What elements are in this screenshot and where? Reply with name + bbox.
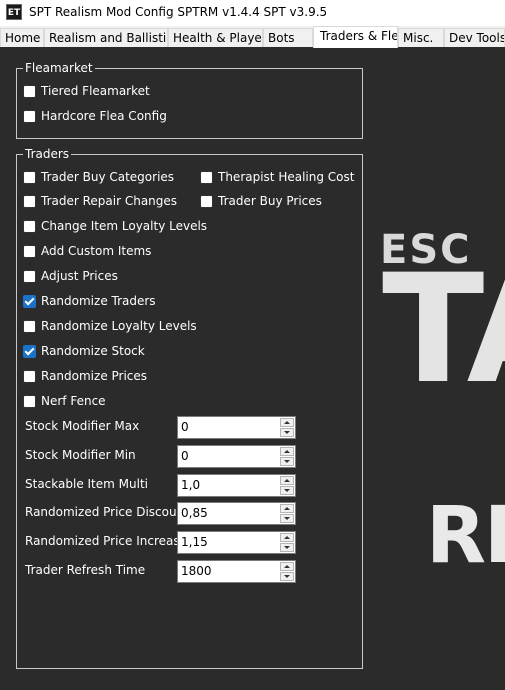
checkbox-label: Randomize Prices [41, 369, 148, 383]
checkbox-label: Tiered Fleamarket [41, 84, 150, 98]
spin-down-arrow-icon[interactable] [280, 428, 294, 437]
background-logo-line3: RE [426, 491, 505, 581]
spin-down-arrow-icon[interactable] [280, 514, 294, 523]
stock-modifier-min-row: Stock Modifier Min 0 [25, 445, 297, 468]
spin-up-arrow-icon[interactable] [280, 447, 294, 456]
tab-content-panel: ESC TA RE Fleamarket Tiered Fleamarket H… [0, 47, 505, 690]
spinner [280, 476, 294, 495]
checkbox-box[interactable] [23, 270, 36, 283]
spin-up-arrow-icon[interactable] [280, 504, 294, 513]
trader-refresh-time-row: Trader Refresh Time 1800 [25, 560, 297, 583]
spinner [280, 504, 294, 523]
numeric-value[interactable]: 0 [181, 420, 189, 434]
tab-strip: Home Realism and Ballistics Health & Pla… [0, 26, 505, 48]
stackable-item-multi-input[interactable]: 1,0 [177, 474, 296, 497]
tab-health-and-player[interactable]: Health & Player [168, 28, 263, 47]
traders-group: Traders Trader Buy Categories Therapist … [16, 146, 363, 669]
numeric-label: Randomized Price Increase [25, 534, 187, 548]
tab-realism-and-ballistics[interactable]: Realism and Ballistics [44, 28, 168, 47]
checkbox-label: Nerf Fence [41, 394, 106, 408]
checkbox-label: Therapist Healing Cost [218, 170, 355, 184]
numeric-label: Randomized Price Discount [25, 505, 189, 519]
checkbox-label: Add Custom Items [41, 244, 152, 258]
spinner [280, 562, 294, 581]
checkbox-box-checked[interactable] [23, 295, 36, 308]
checkbox-box[interactable] [23, 320, 36, 333]
checkbox-label: Randomize Traders [41, 294, 156, 308]
checkbox-label: Change Item Loyalty Levels [41, 219, 208, 233]
spin-up-arrow-icon[interactable] [280, 562, 294, 571]
spin-up-arrow-icon[interactable] [280, 533, 294, 542]
tab-home[interactable]: Home [0, 28, 44, 47]
tab-bots[interactable]: Bots [263, 28, 313, 47]
stock-modifier-min-input[interactable]: 0 [177, 445, 296, 468]
checkbox-box[interactable] [200, 171, 213, 184]
spin-down-arrow-icon[interactable] [280, 543, 294, 552]
checkbox-box[interactable] [200, 195, 213, 208]
checkbox-label: Randomize Stock [41, 344, 145, 358]
spin-down-arrow-icon[interactable] [280, 572, 294, 581]
app-icon: ET [6, 4, 22, 20]
checkbox-box[interactable] [23, 245, 36, 258]
checkbox-box[interactable] [23, 220, 36, 233]
randomized-price-increase-input[interactable]: 1,15 [177, 531, 296, 554]
fleamarket-group: Fleamarket Tiered Fleamarket Hardcore Fl… [16, 60, 363, 139]
checkbox-box[interactable] [23, 395, 36, 408]
window-title: SPT Realism Mod Config SPTRM v1.4.4 SPT … [29, 5, 328, 19]
checkbox-label: Trader Repair Changes [41, 194, 178, 208]
numeric-label: Stock Modifier Max [25, 419, 140, 433]
checkbox-label: Adjust Prices [41, 269, 118, 283]
fleamarket-group-legend: Fleamarket [23, 60, 95, 76]
checkbox-box-checked[interactable] [23, 345, 36, 358]
spin-down-arrow-icon[interactable] [280, 457, 294, 466]
tab-dev-tools[interactable]: Dev Tools [444, 28, 505, 47]
spin-up-arrow-icon[interactable] [280, 418, 294, 427]
numeric-label: Trader Refresh Time [25, 563, 146, 577]
numeric-value[interactable]: 1,15 [181, 535, 208, 549]
numeric-value[interactable]: 1800 [181, 564, 212, 578]
background-logo-art: ESC TA RE [380, 197, 505, 587]
checkbox-box[interactable] [23, 171, 36, 184]
tab-misc[interactable]: Misc. [398, 28, 444, 47]
numeric-value[interactable]: 0,85 [181, 506, 208, 520]
traders-group-legend: Traders [23, 146, 72, 162]
checkbox-box[interactable] [23, 85, 36, 98]
checkbox-box[interactable] [23, 195, 36, 208]
numeric-value[interactable]: 0 [181, 449, 189, 463]
spin-up-arrow-icon[interactable] [280, 476, 294, 485]
spinner [280, 418, 294, 437]
randomized-price-discount-input[interactable]: 0,85 [177, 502, 296, 525]
stackable-item-multi-row: Stackable Item Multi 1,0 [25, 474, 297, 497]
randomized-price-increase-row: Randomized Price Increase 1,15 [25, 531, 297, 554]
background-logo-line2: TA [382, 243, 505, 417]
numeric-label: Stackable Item Multi [25, 477, 148, 491]
checkbox-label: Trader Buy Prices [218, 194, 322, 208]
trader-refresh-time-input[interactable]: 1800 [177, 560, 296, 583]
spin-down-arrow-icon[interactable] [280, 486, 294, 495]
tab-traders-and-flea[interactable]: Traders & Flea [313, 26, 398, 48]
randomized-price-discount-row: Randomized Price Discount 0,85 [25, 502, 297, 525]
spinner [280, 533, 294, 552]
checkbox-box[interactable] [23, 110, 36, 123]
numeric-label: Stock Modifier Min [25, 448, 136, 462]
numeric-value[interactable]: 1,0 [181, 478, 200, 492]
checkbox-label: Trader Buy Categories [41, 170, 175, 184]
spinner [280, 447, 294, 466]
checkbox-label: Hardcore Flea Config [41, 109, 167, 123]
checkbox-label: Randomize Loyalty Levels [41, 319, 197, 333]
stock-modifier-max-input[interactable]: 0 [177, 416, 296, 439]
stock-modifier-max-row: Stock Modifier Max 0 [25, 416, 297, 439]
title-bar: ET SPT Realism Mod Config SPTRM v1.4.4 S… [0, 0, 505, 26]
checkbox-box[interactable] [23, 370, 36, 383]
